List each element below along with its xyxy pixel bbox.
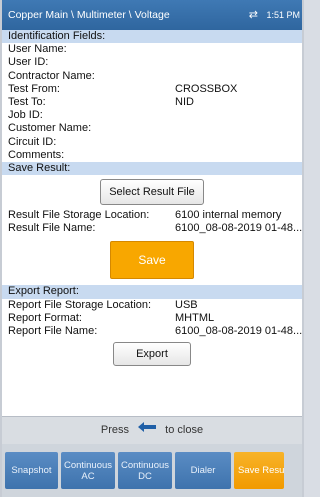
close-hint-prefix: Press — [100, 424, 130, 436]
field-job-id[interactable]: Job ID: — [2, 109, 302, 122]
softkey-save-result[interactable]: Save Resu — [234, 452, 284, 489]
field-contractor-name[interactable]: Contractor Name: — [2, 70, 302, 83]
select-result-file-button[interactable]: Select Result File — [100, 179, 204, 206]
export-report-header: Export Report: — [2, 285, 302, 299]
clock: 1:51 PM — [266, 10, 300, 20]
export-button[interactable]: Export — [113, 342, 191, 367]
softkey-snapshot[interactable]: Snapshot — [5, 452, 58, 489]
close-hint-bar: Press to close — [2, 416, 302, 444]
enter-key-icon — [136, 417, 158, 443]
result-file-name[interactable]: Result File Name: 6100_08-08-2019 01-48.… — [2, 222, 302, 235]
softkey-bar: Snapshot Continuous AC Continuous DC Dia… — [2, 444, 302, 497]
connection-swap-icon: ⇄ — [248, 9, 258, 21]
result-storage-location[interactable]: Result File Storage Location: 6100 inter… — [2, 209, 302, 222]
report-format[interactable]: Report Format: MHTML — [2, 312, 302, 325]
breadcrumb: Copper Main \ Multimeter \ Voltage — [8, 9, 170, 21]
save-button[interactable]: Save — [110, 241, 194, 280]
softkey-dialer[interactable]: Dialer — [175, 452, 231, 489]
field-test-from[interactable]: Test From: CROSSBOX — [2, 83, 302, 96]
field-user-id[interactable]: User ID: — [2, 56, 302, 69]
close-hint-suffix: to close — [165, 424, 204, 436]
report-form: Identification Fields: User Name: User I… — [2, 30, 302, 416]
save-result-header: Save Result: — [2, 161, 302, 176]
field-test-to[interactable]: Test To: NID — [2, 96, 302, 109]
softkey-continuous-dc[interactable]: Continuous DC — [118, 452, 172, 489]
field-circuit-id[interactable]: Circuit ID: — [2, 136, 302, 149]
field-comments[interactable]: Comments: — [2, 149, 302, 162]
device-screen: Copper Main \ Multimeter \ Voltage ⇄ 1:5… — [0, 0, 304, 497]
status-area: ⇄ 1:51 PM — [249, 0, 300, 30]
title-bar: Copper Main \ Multimeter \ Voltage ⇄ 1:5… — [2, 0, 302, 30]
softkey-continuous-ac[interactable]: Continuous AC — [61, 452, 115, 489]
report-file-name[interactable]: Report File Name: 6100_08-08-2019 01-48.… — [2, 325, 302, 338]
field-user-name[interactable]: User Name: — [2, 43, 302, 56]
identification-header: Identification Fields: — [2, 30, 302, 44]
report-storage-location[interactable]: Report File Storage Location: USB — [2, 299, 302, 312]
field-customer-name[interactable]: Customer Name: — [2, 122, 302, 135]
